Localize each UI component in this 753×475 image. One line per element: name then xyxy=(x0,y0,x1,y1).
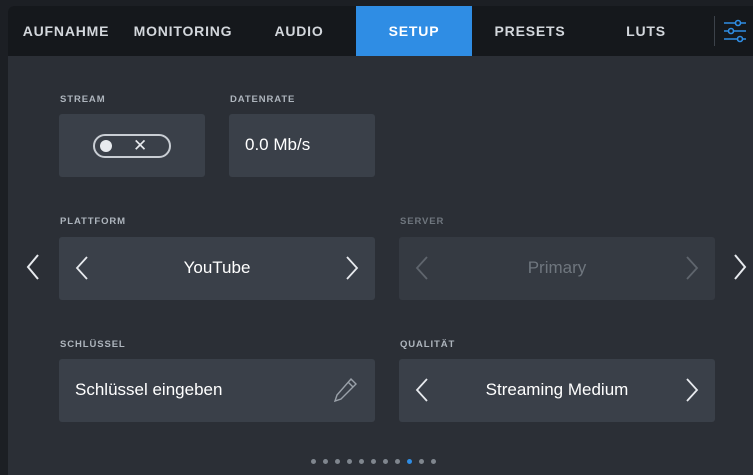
datenrate-tile: 0.0 Mb/s xyxy=(229,114,375,177)
qualitaet-selector[interactable]: Streaming Medium xyxy=(399,359,715,422)
chevron-right-icon xyxy=(686,256,699,280)
qualitaet-value: Streaming Medium xyxy=(485,380,629,399)
pencil-icon[interactable] xyxy=(331,376,359,404)
x-icon: ✕ xyxy=(133,136,148,155)
page-dot[interactable] xyxy=(383,459,388,464)
toggle-knob xyxy=(100,140,112,152)
server-selector: Primary xyxy=(399,237,715,300)
server-label: SERVER xyxy=(400,216,445,227)
page-indicator xyxy=(311,459,436,465)
page-dot[interactable] xyxy=(419,459,424,464)
tab-aufnahme[interactable]: AUFNAHME xyxy=(8,6,124,56)
chevron-right-icon[interactable] xyxy=(685,377,699,403)
sliders-icon xyxy=(724,19,746,43)
settings-button[interactable] xyxy=(720,14,750,48)
previous-page-arrow-icon[interactable] xyxy=(26,253,40,281)
plattform-value: YouTube xyxy=(183,258,251,277)
page-dot[interactable] xyxy=(311,459,316,464)
tab-bar: AUFNAHME MONITORING AUDIO SETUP PRESETS … xyxy=(8,6,753,56)
schluessel-placeholder: Schlüssel eingeben xyxy=(75,380,223,399)
page-dot[interactable] xyxy=(347,459,352,464)
page-dot-active[interactable] xyxy=(407,459,412,464)
page-dot[interactable] xyxy=(335,459,340,464)
chevron-right-icon[interactable] xyxy=(345,255,359,281)
tab-monitoring[interactable]: MONITORING xyxy=(124,6,242,56)
stream-tile[interactable]: ✕ xyxy=(59,114,205,177)
stream-toggle[interactable]: ✕ xyxy=(93,134,171,158)
page-dot[interactable] xyxy=(323,459,328,464)
datenrate-value: 0.0 Mb/s xyxy=(245,135,311,154)
tab-presets[interactable]: PRESETS xyxy=(472,6,588,56)
page-dot[interactable] xyxy=(431,459,436,464)
qualitaet-label: QUALITÄT xyxy=(400,339,456,350)
page-dot[interactable] xyxy=(371,459,376,464)
datenrate-label: DATENRATE xyxy=(230,94,296,105)
next-page-arrow-icon[interactable] xyxy=(733,253,747,281)
tab-setup[interactable]: SETUP xyxy=(356,6,472,56)
tab-audio[interactable]: AUDIO xyxy=(242,6,356,56)
setup-screen: AUFNAHME MONITORING AUDIO SETUP PRESETS … xyxy=(8,6,753,475)
server-value: Primary xyxy=(527,258,587,277)
schluessel-label: SCHLÜSSEL xyxy=(60,339,126,350)
tab-divider xyxy=(714,16,715,46)
page-dot[interactable] xyxy=(359,459,364,464)
schluessel-input[interactable]: Schlüssel eingeben xyxy=(59,359,375,422)
stream-label: STREAM xyxy=(60,94,106,105)
page-dot[interactable] xyxy=(395,459,400,464)
tab-luts[interactable]: LUTS xyxy=(588,6,704,56)
plattform-label: PLATTFORM xyxy=(60,216,126,227)
plattform-selector[interactable]: YouTube xyxy=(59,237,375,300)
